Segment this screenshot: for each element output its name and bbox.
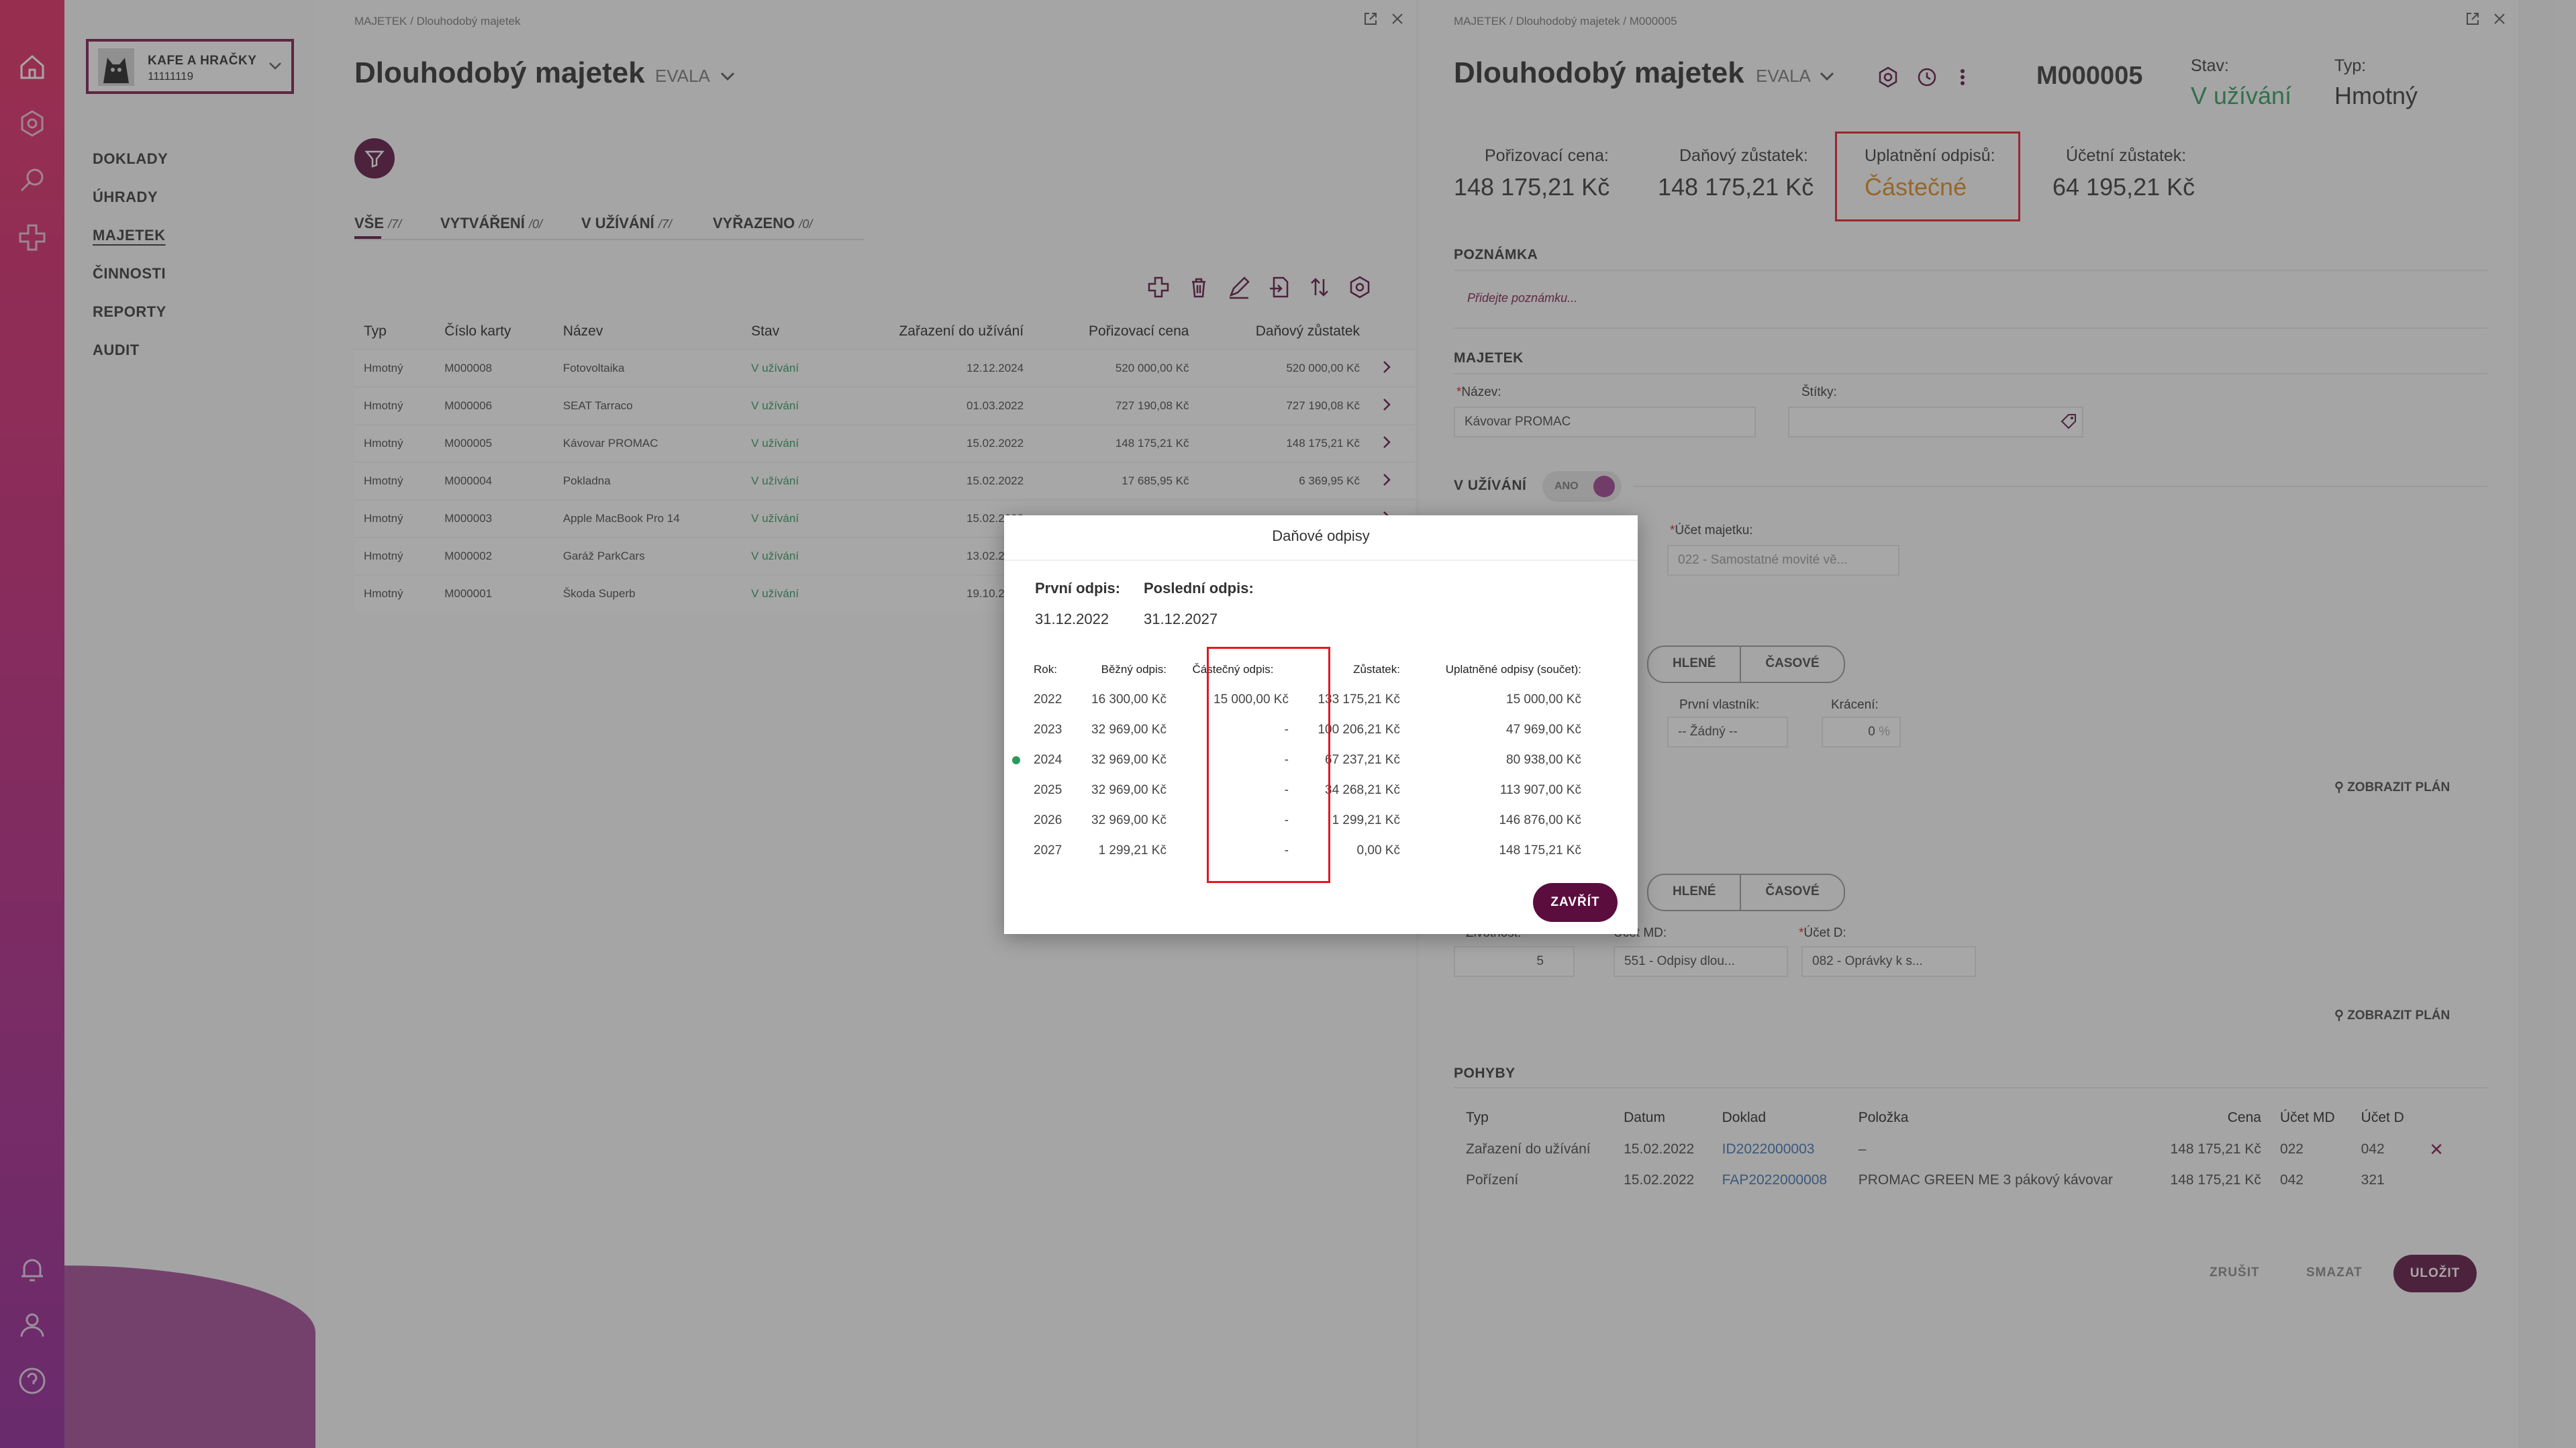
- divider: [1004, 560, 1638, 561]
- applied-depreciation-sum: 148 175,21 Kč: [1499, 843, 1581, 858]
- highlight-box: [1207, 647, 1330, 883]
- applied-depreciation-sum: 146 876,00 Kč: [1499, 813, 1581, 827]
- year: 2023: [1034, 722, 1062, 737]
- regular-depreciation: 32 969,00 Kč: [1091, 782, 1167, 797]
- tax-depreciation-dialog: Daňové odpisy První odpis: 31.12.2022 Po…: [1004, 515, 1638, 934]
- applied-depreciation-sum: 15 000,00 Kč: [1506, 692, 1581, 707]
- first-depreciation-value: 31.12.2022: [1035, 611, 1109, 627]
- first-depreciation-label: První odpis:: [1035, 580, 1121, 597]
- year: 2025: [1034, 782, 1062, 797]
- current-year-indicator: [1012, 756, 1020, 764]
- dialog-title: Daňové odpisy: [1272, 527, 1370, 544]
- regular-depreciation: 32 969,00 Kč: [1091, 722, 1167, 737]
- year: 2022: [1034, 692, 1062, 707]
- regular-depreciation: 1 299,21 Kč: [1098, 843, 1167, 858]
- applied-depreciation-sum: 47 969,00 Kč: [1506, 722, 1581, 737]
- regular-depreciation: 16 300,00 Kč: [1091, 692, 1167, 707]
- last-depreciation-value: 31.12.2027: [1144, 611, 1218, 627]
- year: 2024: [1034, 752, 1062, 767]
- year: 2027: [1034, 843, 1062, 858]
- applied-depreciation-sum: 80 938,00 Kč: [1506, 752, 1581, 767]
- column-header: Uplatněné odpisy (součet):: [1445, 663, 1581, 676]
- applied-depreciation-sum: 113 907,00 Kč: [1499, 782, 1581, 797]
- last-depreciation-label: Poslední odpis:: [1144, 580, 1254, 597]
- column-header: Rok:: [1034, 663, 1057, 676]
- regular-depreciation: 32 969,00 Kč: [1091, 813, 1167, 827]
- regular-depreciation: 32 969,00 Kč: [1091, 752, 1167, 767]
- year: 2026: [1034, 813, 1062, 827]
- column-header: Běžný odpis:: [1101, 663, 1167, 676]
- close-button[interactable]: ZAVŘÍT: [1533, 883, 1618, 922]
